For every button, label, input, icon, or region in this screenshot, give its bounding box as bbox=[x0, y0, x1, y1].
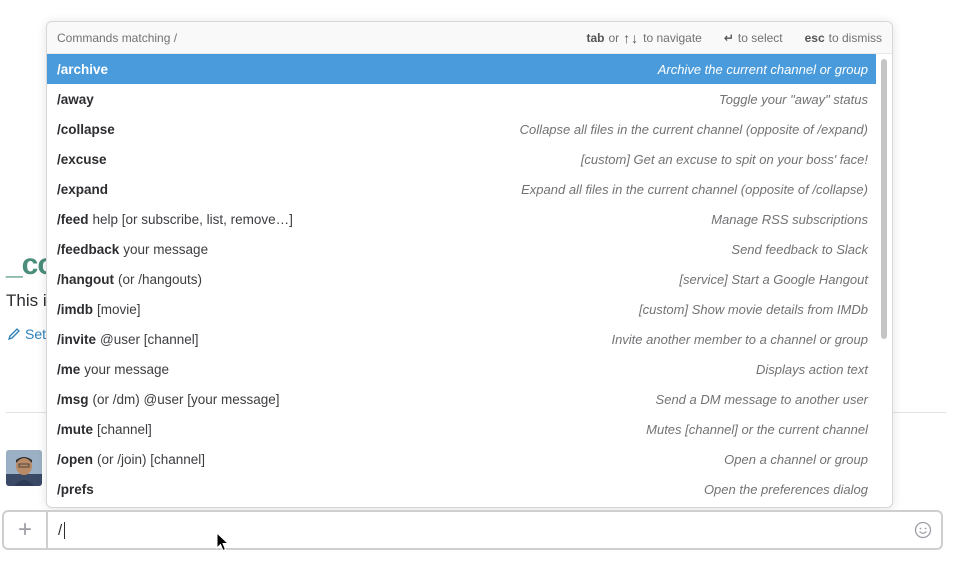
command-row-excuse[interactable]: /excuse [custom] Get an excuse to spit o… bbox=[47, 144, 876, 174]
command-args: [movie] bbox=[97, 301, 141, 317]
command-description: Mutes [channel] or the current channel bbox=[646, 421, 868, 437]
command-name: /expand bbox=[57, 181, 109, 197]
command-name: /mute bbox=[57, 421, 94, 437]
command-args: your message bbox=[123, 241, 209, 257]
command-description: [custom] Show movie details from IMDb bbox=[638, 301, 868, 317]
command-description: Open the preferences dialog bbox=[703, 481, 868, 497]
command-args: @user [channel] bbox=[100, 331, 199, 347]
command-args: (or /dm) @user [your message] bbox=[92, 391, 280, 407]
message-input[interactable]: / bbox=[48, 512, 905, 548]
command-description: [custom] Get an excuse to spit on your b… bbox=[580, 151, 868, 167]
mouse-pointer-icon bbox=[216, 532, 230, 552]
emoji-button[interactable] bbox=[905, 512, 941, 548]
command-description: [service] Start a Google Hangout bbox=[679, 271, 868, 287]
command-description: Send feedback to Slack bbox=[731, 241, 868, 257]
command-row-feedback[interactable]: /feedback your message Send feedback to S… bbox=[47, 234, 876, 264]
command-description: Manage RSS subscriptions bbox=[711, 211, 868, 227]
plus-icon: + bbox=[17, 516, 32, 543]
navigate-text: to navigate bbox=[643, 30, 702, 45]
command-args: help [or subscribe, list, remove…] bbox=[92, 211, 293, 227]
dismiss-text: to dismiss bbox=[828, 30, 882, 45]
command-name: /feedback bbox=[57, 241, 120, 257]
command-row-away[interactable]: /away Toggle your "away" status bbox=[47, 84, 876, 114]
command-name: /feed bbox=[57, 211, 89, 227]
message-input-bar: + / bbox=[2, 510, 943, 550]
command-description: Toggle your "away" status bbox=[719, 91, 868, 107]
command-name: /open bbox=[57, 451, 93, 467]
command-description: Expand all files in the current channel … bbox=[521, 181, 868, 197]
command-row-collapse[interactable]: /collapse Collapse all files in the curr… bbox=[47, 114, 876, 144]
command-row-feed[interactable]: /feed help [or subscribe, list, remove…] … bbox=[47, 204, 876, 234]
smiley-icon bbox=[914, 521, 932, 539]
command-row-me[interactable]: /me your message Displays action text bbox=[47, 354, 876, 384]
command-row-hangout[interactable]: /hangout (or /hangouts) [service] Start a… bbox=[47, 264, 876, 294]
command-args: your message bbox=[84, 361, 170, 377]
avatar[interactable] bbox=[6, 450, 42, 486]
esc-key-hint: esc bbox=[804, 30, 825, 45]
popup-scrollbar[interactable] bbox=[881, 59, 887, 339]
command-description: Invite another member to a channel or gr… bbox=[611, 331, 868, 347]
command-name: /invite bbox=[57, 331, 97, 347]
command-name: /archive bbox=[57, 61, 109, 77]
command-name: /excuse bbox=[57, 151, 107, 167]
or-text: or bbox=[608, 30, 620, 45]
command-name: /hangout bbox=[57, 271, 114, 287]
command-row-archive[interactable]: /archive Archive the current channel or … bbox=[47, 54, 876, 84]
slack-window: _co This i Set Commands matching / tab o… bbox=[0, 0, 956, 562]
enter-key-icon: ↵ bbox=[723, 30, 734, 45]
command-row-prefs[interactable]: /prefs Open the preferences dialog bbox=[47, 474, 876, 504]
command-args: (or /join) [channel] bbox=[97, 451, 206, 467]
command-name: /imdb bbox=[57, 301, 93, 317]
popup-title: Commands matching / bbox=[57, 30, 178, 45]
set-purpose-link[interactable]: Set bbox=[7, 326, 46, 342]
message-input-value: / bbox=[58, 521, 63, 539]
user-avatar-image bbox=[6, 450, 42, 486]
command-description: Send a DM message to another user bbox=[655, 391, 868, 407]
command-description: Archive the current channel or group bbox=[657, 61, 868, 77]
command-args: [channel] bbox=[97, 421, 152, 437]
command-name: /me bbox=[57, 361, 81, 377]
command-name: /prefs bbox=[57, 481, 94, 497]
set-link-label: Set bbox=[25, 326, 47, 342]
command-name: /away bbox=[57, 91, 94, 107]
command-row-open[interactable]: /open (or /join) [channel] Open a channel… bbox=[47, 444, 876, 474]
command-row-expand[interactable]: /expand Expand all files in the current … bbox=[47, 174, 876, 204]
command-args: (or /hangouts) bbox=[118, 271, 203, 287]
command-description: Collapse all files in the current channe… bbox=[519, 121, 868, 137]
command-name: /collapse bbox=[57, 121, 115, 137]
popup-header: Commands matching / tab or ↑↓ to navigat… bbox=[47, 22, 892, 54]
text-caret bbox=[64, 521, 66, 539]
command-description: Open a channel or group bbox=[724, 451, 868, 467]
arrow-keys-icon: ↑↓ bbox=[623, 29, 640, 46]
command-row-invite[interactable]: /invite @user [channel] Invite another me… bbox=[47, 324, 876, 354]
pencil-icon bbox=[7, 328, 20, 341]
command-name: /msg bbox=[57, 391, 89, 407]
command-description: Displays action text bbox=[756, 361, 868, 377]
command-row-msg[interactable]: /msg (or /dm) @user [your message] Send a… bbox=[47, 384, 876, 414]
select-text: to select bbox=[737, 30, 783, 45]
keyboard-hints: tab or ↑↓ to navigate ↵ to select esc to… bbox=[586, 30, 882, 46]
tab-key-hint: tab bbox=[586, 30, 605, 45]
channel-description: This i bbox=[6, 291, 47, 310]
command-list: /archive Archive the current channel or … bbox=[47, 54, 876, 504]
command-row-mute[interactable]: /mute [channel] Mutes [channel] or the cu… bbox=[47, 414, 876, 444]
command-row-imdb[interactable]: /imdb [movie] [custom] Show movie details… bbox=[47, 294, 876, 324]
command-autocomplete-popup: Commands matching / tab or ↑↓ to navigat… bbox=[46, 21, 893, 508]
add-file-button[interactable]: + bbox=[4, 512, 48, 548]
